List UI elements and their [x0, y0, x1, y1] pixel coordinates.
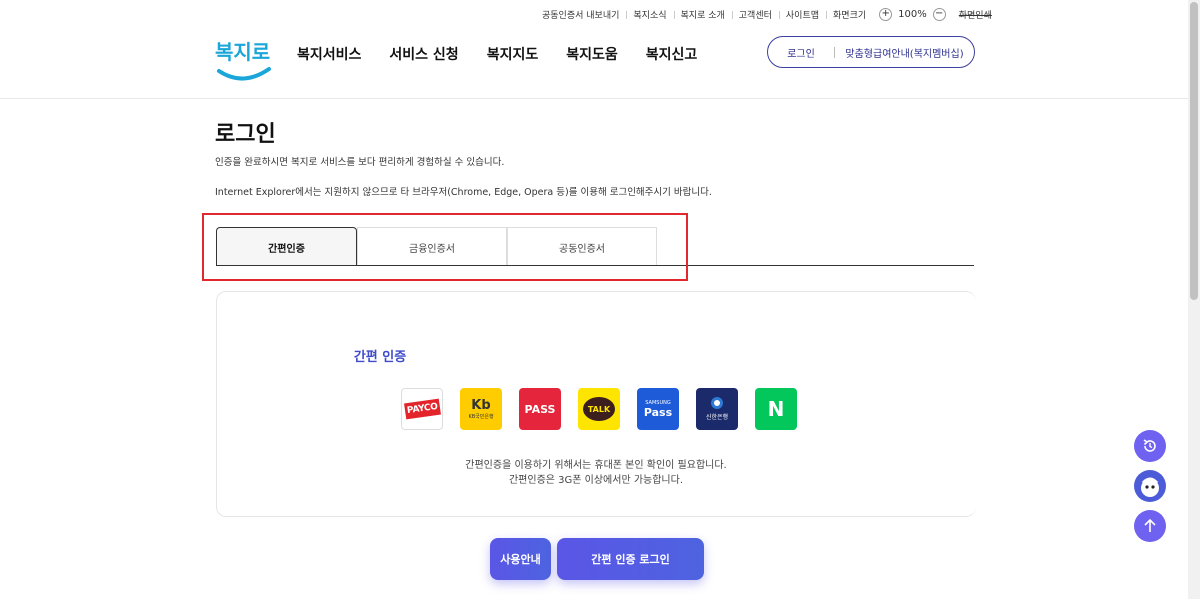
history-floating-button[interactable] — [1134, 430, 1166, 462]
zoom-value: 100% — [898, 8, 927, 20]
pass-logo: PASS — [524, 402, 556, 416]
chatbot-icon — [1141, 477, 1159, 497]
util-link-sitemap[interactable]: 사이트맵 — [778, 8, 826, 21]
bokjiro-logo[interactable]: 복지로 — [213, 33, 273, 85]
shinhan-bank-button[interactable]: 신한은행 — [696, 388, 738, 430]
samsung-pass-button[interactable]: SAMSUNG Pass — [637, 388, 679, 430]
shinhan-label: 신한은행 — [705, 414, 729, 421]
page-title: 로그인 — [215, 122, 276, 147]
kb-bank-button[interactable]: Kb KB국민은행 — [460, 388, 502, 430]
header-login-link[interactable]: 로그인 — [768, 45, 834, 60]
nav-welfare-help[interactable]: 복지도움 — [566, 44, 618, 64]
util-link-about[interactable]: 복지로 소개 — [673, 8, 732, 21]
auth-note: 간편인증을 이용하기 위해서는 휴대폰 본인 확인이 필요합니다. 간편인증은 … — [216, 458, 976, 488]
utility-bar: 공동인증서 내보내기 복지소식 복지로 소개 고객센터 사이트맵 화면크기 + … — [535, 6, 999, 22]
print-button[interactable]: 화면인쇄 — [952, 8, 999, 21]
simple-auth-login-button[interactable]: 간편 인증 로그인 — [557, 538, 704, 580]
naver-button[interactable]: N — [755, 388, 797, 430]
panel-title: 간편 인증 — [353, 350, 407, 365]
naver-logo: N — [767, 397, 785, 421]
shinhan-logo-icon — [711, 397, 723, 409]
chatbot-floating-button[interactable] — [1134, 470, 1166, 502]
page-description: 인증을 완료하시면 복지로 서비스를 보다 편리하게 경험하실 수 있습니다. — [215, 157, 505, 168]
payco-button[interactable]: PAYCO — [401, 388, 443, 430]
history-icon — [1143, 439, 1156, 452]
samsung-pass-logo: Pass — [643, 405, 673, 419]
arrow-up-icon — [1144, 518, 1156, 532]
login-page: 공동인증서 내보내기 복지소식 복지로 소개 고객센터 사이트맵 화면크기 + … — [0, 0, 1200, 599]
nav-service-apply[interactable]: 서비스 신청 — [389, 44, 458, 64]
util-link-support[interactable]: 고객센터 — [731, 8, 779, 21]
usage-guide-button[interactable]: 사용안내 — [490, 538, 551, 580]
nav-welfare-report[interactable]: 복지신고 — [646, 44, 698, 64]
kb-label: KB국민은행 — [468, 414, 494, 420]
zoom-out-button[interactable]: − — [932, 7, 946, 21]
highlight-box — [202, 213, 688, 281]
header-divider — [0, 98, 1188, 99]
util-link-export-cert[interactable]: 공동인증서 내보내기 — [535, 8, 626, 21]
page-scrollbar[interactable] — [1188, 0, 1200, 599]
provider-list: PAYCO Kb KB국민은행 PASS TALK SAMSUNG Pass 신… — [401, 388, 797, 430]
kb-logo: Kb — [471, 398, 491, 413]
pass-button[interactable]: PASS — [519, 388, 561, 430]
screen-size-label: 화면크기 — [826, 8, 873, 21]
main-nav: 복지서비스 서비스 신청 복지지도 복지도움 복지신고 — [297, 44, 697, 64]
util-link-news[interactable]: 복지소식 — [626, 8, 673, 21]
kakaotalk-button[interactable]: TALK — [578, 388, 620, 430]
benefit-guide-link[interactable]: 맞춤형급여안내(복지멤버십) — [835, 45, 974, 60]
logo-text: 복지로 — [215, 40, 270, 64]
zoom-in-button[interactable]: + — [879, 7, 893, 21]
auth-note-line2: 간편인증은 3G폰 이상에서만 가능합니다. — [508, 475, 684, 486]
zoom-control: + 100% − — [873, 7, 952, 21]
kakaotalk-logo: TALK — [583, 397, 615, 421]
scrollbar-thumb[interactable] — [1190, 2, 1198, 300]
logo-smile — [217, 67, 271, 81]
auth-pill: 로그인 맞춤형급여안내(복지멤버십) — [767, 36, 975, 68]
scroll-top-button[interactable] — [1134, 510, 1166, 542]
auth-note-line1: 간편인증을 이용하기 위해서는 휴대폰 본인 확인이 필요합니다. — [465, 460, 727, 471]
nav-welfare-map[interactable]: 복지지도 — [487, 44, 539, 64]
nav-welfare-service[interactable]: 복지서비스 — [297, 44, 361, 64]
browser-notice: Internet Explorer에서는 지원하지 않으므로 타 브라우저(Ch… — [215, 187, 712, 198]
payco-logo: PAYCO — [403, 398, 441, 420]
